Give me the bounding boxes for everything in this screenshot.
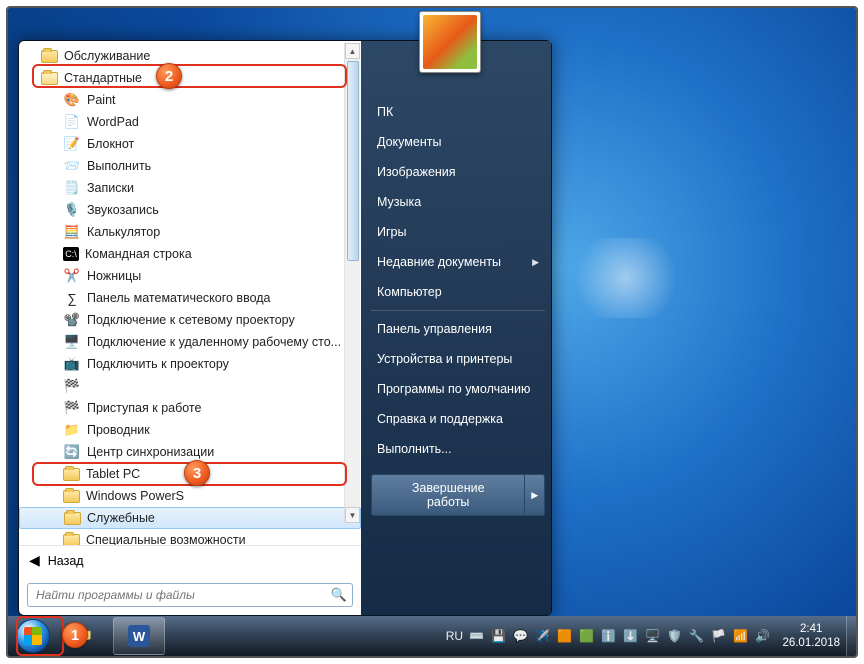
app-connect-projector[interactable]: 📺Подключить к проектору	[19, 353, 361, 375]
scroll-down-button[interactable]: ▼	[345, 507, 360, 523]
places-run[interactable]: Выполнить...	[371, 434, 545, 464]
places-documents[interactable]: Документы	[371, 127, 545, 157]
volume-icon[interactable]: 🔊	[754, 628, 770, 644]
shutdown-button[interactable]: Завершение работы	[371, 474, 525, 516]
start-menu-programs-pane: Обслуживание Стандартные 🎨Paint 📄WordPad…	[19, 41, 361, 615]
taskbar-app-word[interactable]: W	[113, 617, 165, 655]
app-explorer[interactable]: 📁Проводник	[19, 419, 361, 441]
app-snipping-tool[interactable]: ✂️Ножницы	[19, 265, 361, 287]
folder-maintenance[interactable]: Обслуживание	[19, 45, 361, 67]
tray-telegram-icon[interactable]: ✈️	[534, 628, 550, 644]
app-math-input[interactable]: ∑Панель математического ввода	[19, 287, 361, 309]
places-games[interactable]: Игры	[371, 217, 545, 247]
search-area: 🔍	[19, 575, 361, 615]
folder-system-tools[interactable]: Служебные	[19, 507, 361, 529]
system-tray: RU ⌨️ 💾 💬 ✈️ 🟧 🟩 ℹ️ ⬇️ 🖥️ 🛡️ 🔧 🏳️ 📶 🔊	[440, 628, 776, 644]
tray-monitor-icon[interactable]: 🖥️	[644, 628, 660, 644]
shutdown-options-button[interactable]: ▶	[525, 474, 545, 516]
clock-date: 26.01.2018	[782, 636, 840, 650]
scroll-thumb[interactable]	[347, 61, 359, 261]
language-indicator[interactable]: RU	[446, 628, 462, 644]
app-getting-started[interactable]: 🏁	[19, 375, 361, 397]
app-getting-started2[interactable]: 🏁Приступая к работе	[19, 397, 361, 419]
folder-tablet-pc[interactable]: Tablet PC	[19, 463, 361, 485]
scroll-up-button[interactable]: ▲	[345, 43, 360, 59]
app-network-projector[interactable]: 📽️Подключение к сетевому проектору	[19, 309, 361, 331]
show-desktop-button[interactable]	[846, 616, 856, 656]
user-picture[interactable]	[419, 11, 481, 73]
folder-windows-powershell[interactable]: Windows PowerS	[19, 485, 361, 507]
taskbar-app-explorer[interactable]: 📁	[59, 617, 111, 655]
tray-av-icon[interactable]: 🛡️	[666, 628, 682, 644]
places-control-panel[interactable]: Панель управления	[371, 314, 545, 344]
search-input[interactable]	[27, 583, 353, 607]
app-wordpad[interactable]: 📄WordPad	[19, 111, 361, 133]
separator	[371, 310, 545, 311]
places-music[interactable]: Музыка	[371, 187, 545, 217]
keyboard-icon[interactable]: ⌨️	[468, 628, 484, 644]
start-button[interactable]	[11, 618, 55, 654]
places-recent-documents[interactable]: Недавние документы▶	[371, 247, 545, 277]
back-label: Назад	[48, 554, 84, 568]
folder-label: Стандартные	[64, 71, 142, 85]
app-calculator[interactable]: 🧮Калькулятор	[19, 221, 361, 243]
places-devices-printers[interactable]: Устройства и принтеры	[371, 344, 545, 374]
app-command-prompt[interactable]: C:\Командная строка	[19, 243, 361, 265]
folder-label: Служебные	[87, 511, 155, 525]
tray-save-icon[interactable]: 💾	[490, 628, 506, 644]
search-icon: 🔍	[331, 587, 347, 603]
app-paint[interactable]: 🎨Paint	[19, 89, 361, 111]
places-user[interactable]: ПК	[371, 97, 545, 127]
clock-time: 2:41	[782, 622, 840, 636]
submenu-arrow-icon: ▶	[532, 257, 539, 268]
programs-scrollbar[interactable]: ▲ ▼	[344, 43, 360, 523]
folder-label: Обслуживание	[64, 49, 150, 63]
taskbar: 📁 W RU ⌨️ 💾 💬 ✈️ 🟧 🟩 ℹ️ ⬇️ 🖥️ 🛡️ 🔧 🏳️ 📶 …	[8, 616, 856, 656]
app-run[interactable]: 📨Выполнить	[19, 155, 361, 177]
network-icon[interactable]: 📶	[732, 628, 748, 644]
tray-down-icon[interactable]: ⬇️	[622, 628, 638, 644]
app-notepad[interactable]: 📝Блокнот	[19, 133, 361, 155]
tray-app-icon[interactable]: 🟧	[556, 628, 572, 644]
app-sound-recorder[interactable]: 🎙️Звукозапись	[19, 199, 361, 221]
start-menu: Обслуживание Стандартные 🎨Paint 📄WordPad…	[18, 40, 552, 616]
programs-list[interactable]: Обслуживание Стандартные 🎨Paint 📄WordPad…	[19, 41, 361, 545]
tray-nvidia-icon[interactable]: 🟩	[578, 628, 594, 644]
app-sync-center[interactable]: 🔄Центр синхронизации	[19, 441, 361, 463]
taskbar-clock[interactable]: 2:41 26.01.2018	[776, 622, 846, 651]
folder-accessories[interactable]: Стандартные	[19, 67, 361, 89]
places-pictures[interactable]: Изображения	[371, 157, 545, 187]
places-help[interactable]: Справка и поддержка	[371, 404, 545, 434]
tray-chat-icon[interactable]: 💬	[512, 628, 528, 644]
start-menu-places-pane: ПК Документы Изображения Музыка Игры Нед…	[361, 41, 551, 615]
app-remote-desktop[interactable]: 🖥️Подключение к удаленному рабочему сто.…	[19, 331, 361, 353]
tray-notify-icon[interactable]: ℹ️	[600, 628, 616, 644]
action-center-icon[interactable]: 🏳️	[710, 628, 726, 644]
places-default-programs[interactable]: Программы по умолчанию	[371, 374, 545, 404]
back-button[interactable]: ◀ Назад	[19, 545, 361, 575]
back-arrow-icon: ◀	[29, 552, 40, 569]
app-sticky-notes[interactable]: 🗒️Записки	[19, 177, 361, 199]
tray-misc-icon[interactable]: 🔧	[688, 628, 704, 644]
folder-accessibility[interactable]: Специальные возможности	[19, 529, 361, 545]
places-computer[interactable]: Компьютер	[371, 277, 545, 307]
